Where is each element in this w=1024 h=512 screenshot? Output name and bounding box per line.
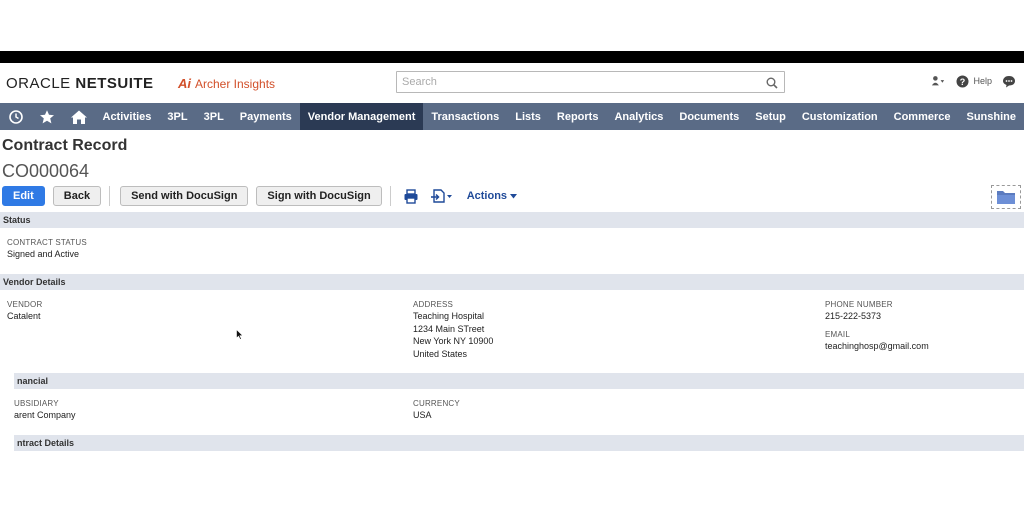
currency-label: CURRENCY	[413, 399, 460, 408]
contract-status-label: CONTRACT STATUS	[7, 238, 87, 247]
section-status-header[interactable]: Status	[0, 212, 1024, 228]
nav-setup[interactable]: Setup	[747, 103, 794, 130]
nav-3pl-2[interactable]: 3PL	[196, 103, 232, 130]
email-label: EMAIL	[825, 330, 851, 339]
actions-menu[interactable]: Actions	[466, 190, 518, 202]
nav-3pl-1[interactable]: 3PL	[159, 103, 195, 130]
chevron-down-icon	[510, 193, 518, 198]
phone-number-value: 215-222-5373	[825, 311, 882, 321]
header-right-tools: ? Help	[931, 74, 1016, 88]
page-title: Contract Record	[2, 137, 128, 154]
favorites-star-icon[interactable]	[32, 103, 64, 130]
home-icon[interactable]	[63, 103, 95, 130]
record-id: CO000064	[2, 161, 90, 181]
nav-customization[interactable]: Customization	[794, 103, 886, 130]
role-switcher-icon[interactable]	[931, 74, 945, 88]
address-line: Teaching Hospital	[413, 311, 485, 321]
section-vendor-details-header[interactable]: Vendor Details	[0, 274, 1024, 290]
vendor-label: VENDOR	[7, 300, 43, 309]
sign-with-docusign-button[interactable]: Sign with DocuSign	[256, 186, 382, 206]
help-icon: ?	[955, 74, 969, 88]
archer-insights-logo[interactable]: Ai Archer Insights	[178, 76, 275, 91]
help-label: Help	[973, 76, 992, 86]
archer-mark: Ai	[178, 76, 191, 91]
address-value: Teaching Hospital 1234 Main STreet New Y…	[413, 310, 493, 360]
nav-vendor-management[interactable]: Vendor Management	[299, 103, 424, 130]
toolbar-divider	[389, 186, 391, 206]
nav-analytics[interactable]: Analytics	[606, 103, 671, 130]
address-line: 1234 Main STreet	[413, 323, 485, 334]
logo-netsuite-text: NETSUITE	[75, 75, 154, 92]
back-button[interactable]: Back	[52, 186, 102, 206]
toolbar-divider	[109, 186, 111, 206]
top-black-bar	[0, 51, 1024, 63]
main-nav: Activities 3PL 3PL Payments Vendor Manag…	[0, 103, 1024, 130]
edit-button[interactable]: Edit	[2, 186, 45, 206]
nav-transactions[interactable]: Transactions	[423, 103, 507, 130]
record-toolbar: Edit Back Send with DocuSign Sign with D…	[2, 186, 518, 206]
phone-number-label: PHONE NUMBER	[825, 300, 893, 309]
subsidiary-label: UBSIDIARY	[14, 399, 59, 408]
recent-records-icon[interactable]	[0, 103, 32, 130]
svg-text:?: ?	[960, 76, 966, 86]
nav-reports[interactable]: Reports	[549, 103, 607, 130]
nav-documents[interactable]: Documents	[671, 103, 747, 130]
netsuite-logo[interactable]: ORACLE NETSUITE	[6, 75, 154, 92]
new-record-dropdown-icon[interactable]	[429, 186, 455, 206]
mouse-cursor-icon	[236, 327, 244, 345]
chat-icon[interactable]	[1002, 74, 1016, 88]
search-input[interactable]	[397, 72, 757, 92]
folder-icon[interactable]	[991, 185, 1021, 209]
address-label: ADDRESS	[413, 300, 454, 309]
contract-status-value: Signed and Active	[7, 249, 80, 259]
section-contract-details-header[interactable]: ntract Details	[14, 435, 1024, 451]
address-line: New York NY 10900	[413, 336, 494, 346]
archer-text: Archer Insights	[195, 76, 276, 91]
subsidiary-value: arent Company	[14, 410, 76, 420]
vendor-value: Catalent	[7, 311, 41, 321]
nav-sunshine[interactable]: Sunshine	[959, 103, 1024, 130]
nav-lists[interactable]: Lists	[507, 103, 549, 130]
currency-value: USA	[413, 410, 432, 420]
header: ORACLE NETSUITE Ai Archer Insights ? Hel…	[0, 63, 1024, 103]
section-financial-header[interactable]: nancial	[14, 373, 1024, 389]
nav-commerce[interactable]: Commerce	[886, 103, 959, 130]
send-with-docusign-button[interactable]: Send with DocuSign	[120, 186, 249, 206]
nav-payments[interactable]: Payments	[232, 103, 300, 130]
global-search[interactable]	[396, 71, 785, 93]
actions-label: Actions	[466, 190, 508, 202]
search-icon[interactable]	[766, 76, 778, 89]
logo-oracle-text: ORACLE	[6, 75, 71, 92]
nav-activities[interactable]: Activities	[95, 103, 160, 130]
email-value: teachinghosp@gmail.com	[825, 341, 929, 351]
address-line: United States	[413, 348, 468, 359]
print-icon[interactable]	[401, 186, 421, 206]
help-link[interactable]: ? Help	[955, 74, 992, 88]
